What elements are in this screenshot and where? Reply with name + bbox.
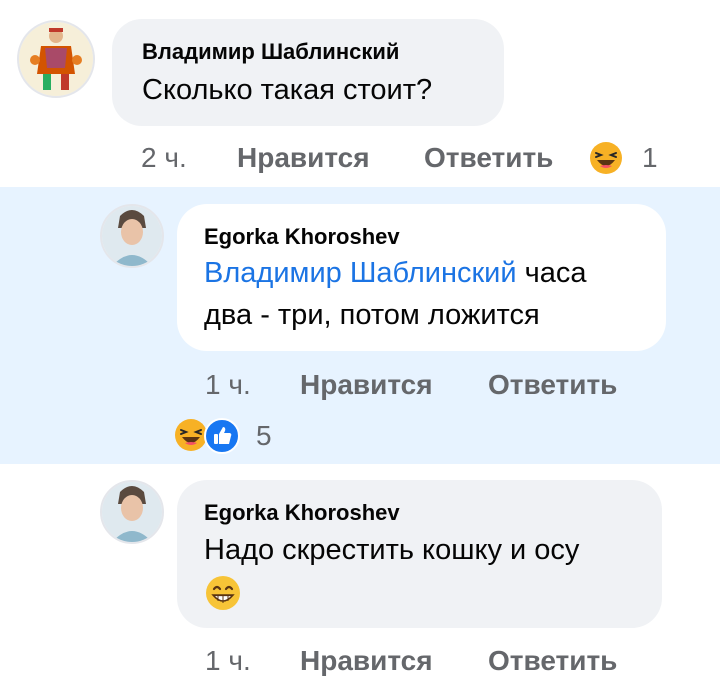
comment-author[interactable]: Egorka Khoroshev [204,500,400,526]
avatar[interactable] [100,480,164,544]
avatar[interactable] [17,20,95,98]
reply-button[interactable]: Ответить [488,645,617,677]
haha-icon [174,418,208,457]
comment-bubble: Владимир Шаблинский Сколько такая стоит? [112,19,504,126]
mention-link[interactable]: Владимир Шаблинский [204,257,517,289]
comment-text-line2: два - три, потом ложится [204,299,540,331]
avatar[interactable] [100,204,164,268]
reaction-count[interactable]: 5 [256,420,272,452]
avatar-image [19,22,93,96]
reaction-count[interactable]: 1 [642,142,658,174]
comment-bubble: Egorka Khoroshev Владимир Шаблинский час… [177,204,666,351]
grinning-emoji-icon [204,574,242,612]
like-button[interactable]: Нравится [300,645,433,677]
comment-bubble: Egorka Khoroshev Надо скрестить кошку и … [177,480,662,628]
haha-icon[interactable] [589,141,623,180]
like-button[interactable]: Нравится [300,369,433,401]
comment-author[interactable]: Egorka Khoroshev [204,224,400,250]
like-icon [204,418,240,459]
reaction-summary[interactable] [174,418,244,454]
comment-text: Владимир Шаблинский часа два - три, пото… [204,252,654,336]
comment-time[interactable]: 1 ч. [205,645,251,677]
comment-text-line1: часа [524,257,587,289]
like-button[interactable]: Нравится [237,142,370,174]
comment-time[interactable]: 2 ч. [141,142,187,174]
comment-text: Надо скрестить кошку и осу [204,534,580,566]
comment-text: Сколько такая стоит? [142,74,433,106]
comment-author[interactable]: Владимир Шаблинский [142,39,399,65]
reply-button[interactable]: Ответить [488,369,617,401]
avatar-image [102,206,162,266]
comment-time[interactable]: 1 ч. [205,369,251,401]
reply-button[interactable]: Ответить [424,142,553,174]
avatar-image [102,482,162,542]
